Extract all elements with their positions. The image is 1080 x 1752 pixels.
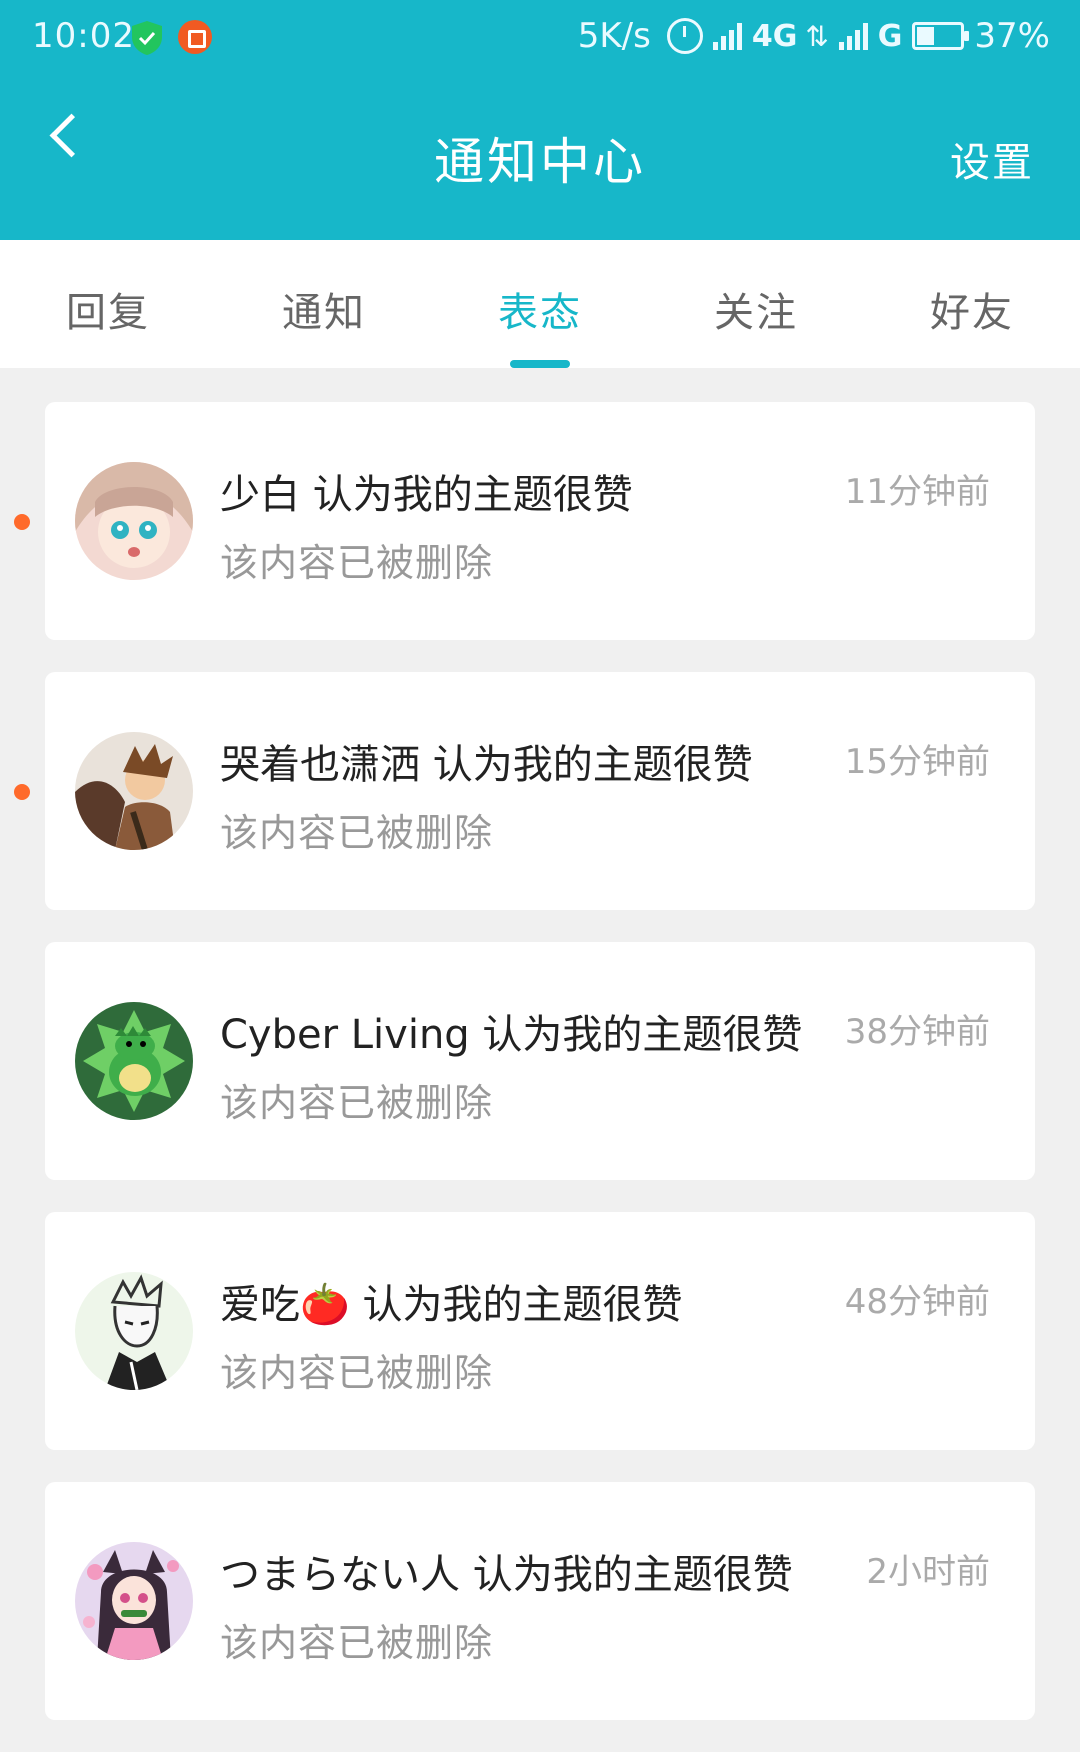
list-item: つまらない人 认为我的主题很赞 2小时前 该内容已被删除	[0, 1482, 1080, 1752]
list-item: 哭着也潇洒 认为我的主题很赞 15分钟前 该内容已被删除	[0, 672, 1080, 942]
notification-time: 38分钟前	[844, 1012, 990, 1052]
signal-icon	[712, 22, 742, 50]
notification-subtitle: 该内容已被删除	[220, 1621, 494, 1665]
tab-bar: 回复 通知 表态 关注 好友	[0, 240, 1080, 368]
tab-notices[interactable]: 通知	[216, 240, 432, 368]
notification-card[interactable]: つまらない人 认为我的主题很赞 2小时前 该内容已被删除	[45, 1482, 1035, 1720]
anime-girl-avatar[interactable]	[75, 462, 193, 580]
list-item: 少白 认为我的主题很赞 11分钟前 该内容已被删除	[0, 402, 1080, 672]
status-indicators: 5K/s 4G ⇅ G 37%	[578, 16, 1050, 56]
notification-subtitle: 该内容已被删除	[220, 541, 494, 585]
unread-dot	[14, 514, 30, 530]
notification-title: 哭着也潇洒 认为我的主题很赞	[220, 742, 753, 788]
notification-time: 48分钟前	[844, 1282, 990, 1322]
tab-reactions[interactable]: 表态	[432, 240, 648, 368]
notification-time: 2小时前	[866, 1552, 990, 1592]
notification-time: 11分钟前	[844, 472, 990, 512]
tab-friends[interactable]: 好友	[864, 240, 1080, 368]
data-arrows-icon: ⇅	[805, 19, 829, 53]
app-badge-icon	[178, 20, 212, 54]
notification-subtitle: 该内容已被删除	[220, 1081, 494, 1125]
active-tab-indicator	[510, 360, 570, 368]
notification-card[interactable]: Cyber Living 认为我的主题很赞 38分钟前 该内容已被删除	[45, 942, 1035, 1180]
tab-label: 关注	[714, 290, 798, 336]
battery-percent: 37%	[974, 16, 1050, 56]
status-bar: 10:02 5K/s 4G ⇅ G 37%	[0, 0, 1080, 76]
alarm-icon	[666, 18, 703, 54]
tab-follows[interactable]: 关注	[648, 240, 864, 368]
tab-label: 回复	[66, 290, 150, 336]
notification-title: 爱吃🍅 认为我的主题很赞	[220, 1282, 683, 1328]
network-type-1: 4G	[751, 18, 798, 54]
list-item: 爱吃🍅 认为我的主题很赞 48分钟前 该内容已被删除	[0, 1212, 1080, 1482]
app-header: 10:02 5K/s 4G ⇅ G 37% 通知中心 设置	[0, 0, 1080, 240]
notification-list: 少白 认为我的主题很赞 11分钟前 该内容已被删除 哭着也潇洒 认为我的主题很赞…	[0, 402, 1080, 1752]
shield-check-icon	[132, 21, 162, 55]
notification-card[interactable]: 少白 认为我的主题很赞 11分钟前 该内容已被删除	[45, 402, 1035, 640]
tab-label: 通知	[282, 290, 366, 336]
notification-card[interactable]: 爱吃🍅 认为我的主题很赞 48分钟前 该内容已被删除	[45, 1212, 1035, 1450]
settings-button[interactable]: 设置	[950, 130, 1034, 188]
warrior-avatar[interactable]	[75, 732, 193, 850]
tab-label: 好友	[930, 290, 1014, 336]
net-speed: 5K/s	[577, 16, 651, 56]
page-title: 通知中心	[434, 133, 646, 191]
battery-fill	[917, 27, 935, 45]
list-item: Cyber Living 认为我的主题很赞 38分钟前 该内容已被删除	[0, 942, 1080, 1212]
battery-icon	[912, 22, 970, 50]
dinosaur-avatar[interactable]	[75, 1002, 193, 1120]
signal-icon	[838, 22, 868, 50]
notification-time: 15分钟前	[844, 742, 990, 782]
notification-title: 少白 认为我的主题很赞	[220, 472, 633, 518]
demon-girl-avatar[interactable]	[75, 1542, 193, 1660]
unread-dot	[14, 784, 30, 800]
status-time: 10:02	[32, 16, 135, 56]
notification-card[interactable]: 哭着也潇洒 认为我的主题很赞 15分钟前 该内容已被删除	[45, 672, 1035, 910]
sketch-character-avatar[interactable]	[75, 1272, 193, 1390]
notification-title: Cyber Living 认为我的主题很赞	[220, 1012, 803, 1058]
notification-subtitle: 该内容已被删除	[220, 811, 494, 855]
tab-replies[interactable]: 回复	[0, 240, 216, 368]
notification-title: つまらない人 认为我的主题很赞	[220, 1552, 793, 1598]
notification-subtitle: 该内容已被删除	[220, 1351, 494, 1395]
network-type-2: G	[877, 18, 903, 54]
nav-bar: 通知中心 设置	[0, 76, 1080, 240]
tab-label: 表态	[498, 290, 582, 336]
